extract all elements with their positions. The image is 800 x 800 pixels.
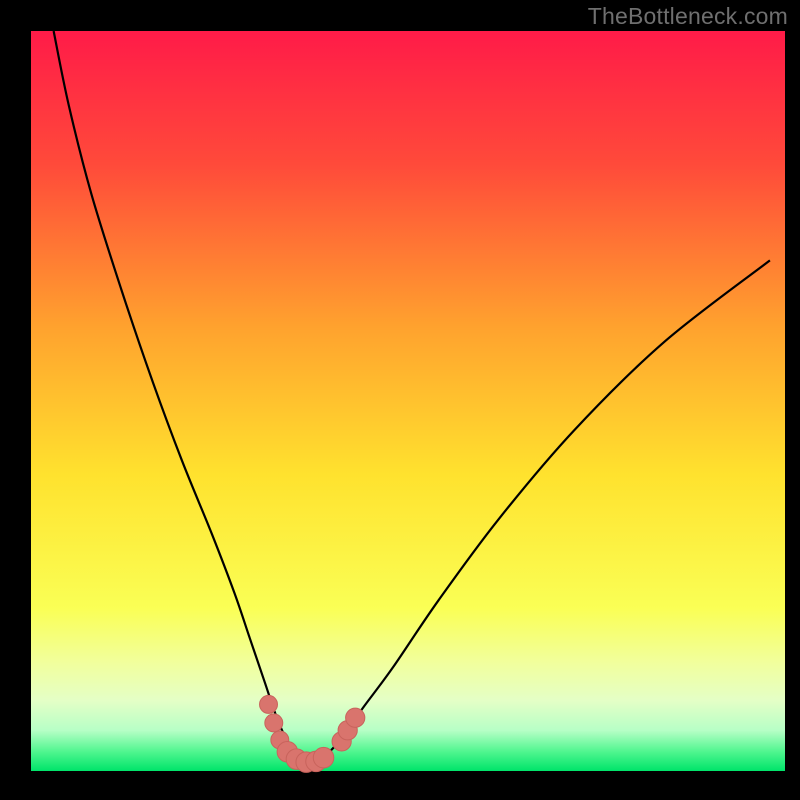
- marker-dot: [260, 695, 278, 713]
- bottleneck-chart: [0, 0, 800, 800]
- outer-frame: TheBottleneck.com: [0, 0, 800, 800]
- marker-dot: [346, 708, 365, 727]
- marker-dot: [313, 747, 334, 768]
- plot-background: [31, 31, 785, 771]
- watermark-text: TheBottleneck.com: [588, 3, 788, 30]
- marker-dot: [265, 714, 283, 732]
